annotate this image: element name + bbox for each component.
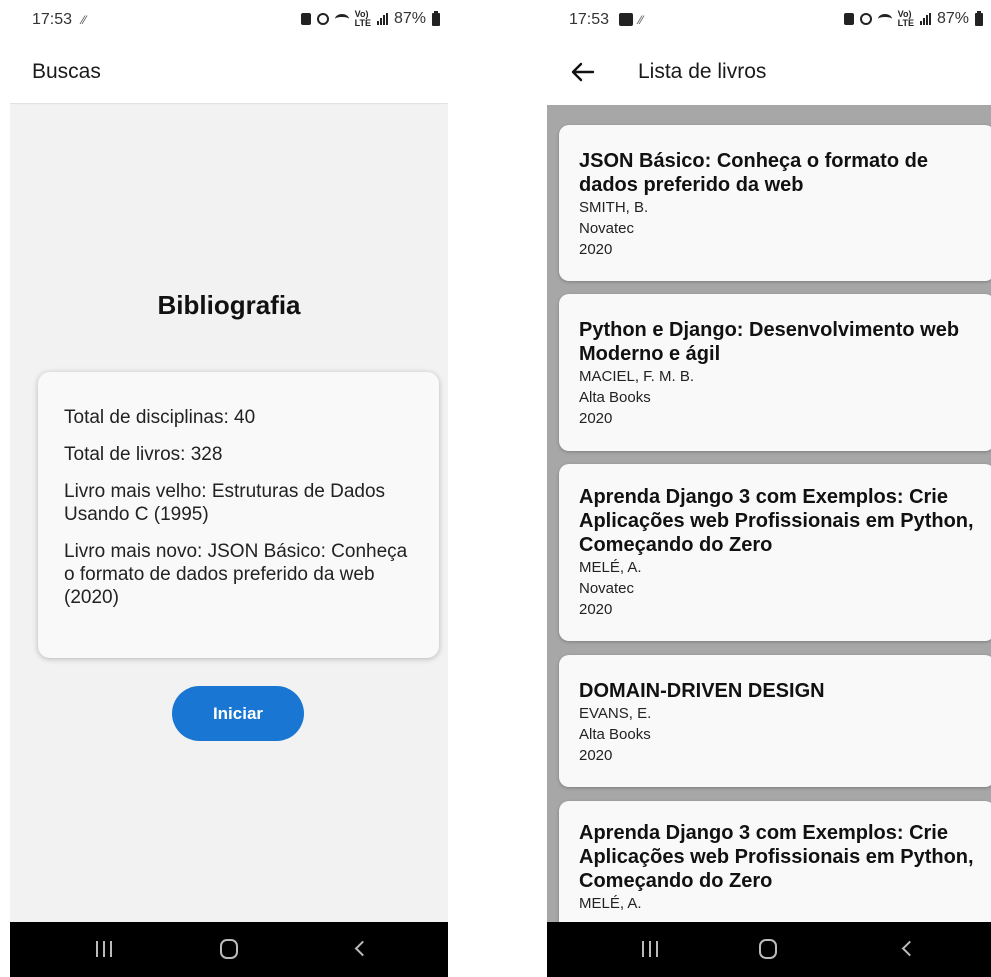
book-title: DOMAIN-DRIVEN DESIGN [579,680,825,702]
stat-total-subjects: Total de disciplinas: 40 [64,407,256,428]
book-card[interactable]: DOMAIN-DRIVEN DESIGN EVANS, E. Alta Book… [559,655,991,787]
book-title: Aprenda Django 3 com Exemplos: Crie Apli… [579,486,974,556]
book-year: 2020 [579,747,613,764]
app-bar: Buscas [10,40,448,104]
recents-icon[interactable] [642,941,658,957]
battery-icon [975,10,983,26]
book-title: Aprenda Django 3 com Exemplos: Crie Apli… [579,822,974,892]
book-publisher: Alta Books [579,389,651,406]
status-bar: 17:53 ⁄⁄ Vo) LTE 87% [547,0,991,40]
lte-icon: Vo) LTE [354,9,371,28]
home-icon[interactable] [759,939,777,959]
stats-card: Total de disciplinas: 40 Total de livros… [38,372,439,658]
book-list: JSON Básico: Conheça o formato de dados … [547,105,991,922]
vibrate-icon: ⁄⁄ [82,13,87,27]
signal-icon [376,13,388,25]
book-author: SMITH, B. [579,199,649,216]
status-icons: Vo) LTE 87% [843,9,983,28]
page-title: Lista de livros [638,60,767,83]
search-content: Bibliografia Total de disciplinas: 40 To… [10,105,448,922]
book-card[interactable]: Python e Django: Desenvolvimento web Mod… [559,294,991,451]
phone-screen-book-list: 17:53 ⁄⁄ Vo) LTE 87% Lista de livros JSO… [547,0,991,977]
page-title: Buscas [32,60,101,83]
back-nav-icon[interactable] [901,940,918,957]
home-icon[interactable] [220,939,238,959]
phone-screen-search: 17:53 ⁄⁄ Vo) LTE 87% Buscas Bibliografia… [10,0,448,977]
status-bar: 17:53 ⁄⁄ Vo) LTE 87% [10,0,448,40]
book-author: MACIEL, F. M. B. [579,368,695,385]
book-title: JSON Básico: Conheça o formato de dados … [579,150,928,196]
book-year: 2020 [579,241,613,258]
book-author: MELÉ, A. [579,895,642,912]
stat-oldest-book: Livro mais velho: Estruturas de Dados Us… [64,481,386,525]
battery-percent: 87% [936,10,969,27]
wifi-icon [334,14,349,24]
book-card[interactable]: JSON Básico: Conheça o formato de dados … [559,125,991,281]
signal-icon [919,13,931,25]
battery-icon [432,10,440,26]
book-publisher: Alta Books [579,726,651,743]
back-nav-icon[interactable] [354,940,371,957]
alarm-icon [316,13,329,25]
vibrate-icon: ⁄⁄ [639,13,644,27]
book-author: EVANS, E. [579,705,652,722]
status-time: 17:53 [569,11,610,28]
alarm-icon [859,13,872,25]
book-year: 2020 [579,410,613,427]
book-card[interactable]: Aprenda Django 3 com Exemplos: Crie Apli… [559,464,991,641]
stat-total-books: Total de livros: 328 [64,444,223,465]
app-bar: Lista de livros [547,40,991,104]
book-publisher: Novatec [579,220,635,237]
wifi-icon [877,14,892,24]
battery-percent: 87% [393,10,426,27]
book-author: MELÉ, A. [579,559,642,576]
status-icons: Vo) LTE 87% [300,9,440,28]
book-publisher: Novatec [579,580,635,597]
gallery-icon [619,13,633,26]
book-card[interactable]: Aprenda Django 3 com Exemplos: Crie Apli… [559,801,991,922]
lock-icon [843,13,854,25]
book-year: 2020 [579,601,613,618]
start-button[interactable]: Iniciar [172,686,304,741]
status-time: 17:53 [32,11,73,28]
back-arrow-icon[interactable] [569,58,597,86]
stat-newest-book: Livro mais novo: JSON Básico: Conheça o … [64,541,408,608]
book-title: Python e Django: Desenvolvimento web Mod… [579,319,960,365]
navigation-bar [547,922,991,977]
bibliography-heading: Bibliografia [157,290,301,320]
lock-icon [300,13,311,25]
navigation-bar [10,922,448,977]
lte-icon: Vo) LTE [897,9,914,28]
recents-icon[interactable] [96,941,112,957]
